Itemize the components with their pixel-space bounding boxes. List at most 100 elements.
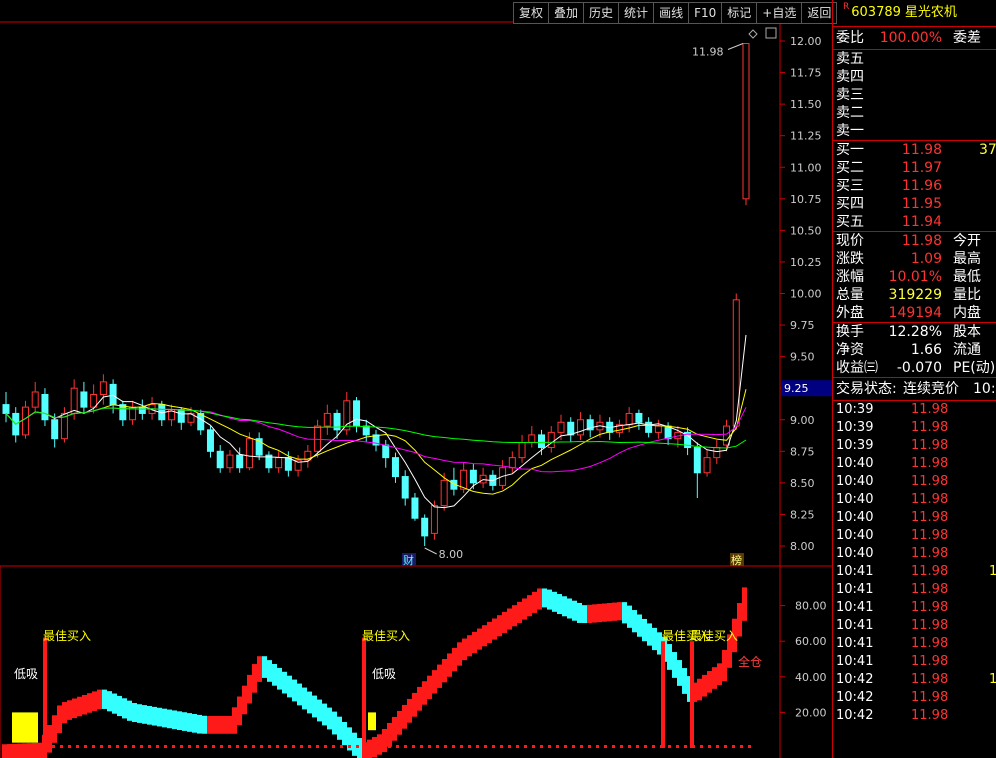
osc-bar (112, 693, 117, 714)
toolbar-button-7[interactable]: +自选 (756, 2, 803, 24)
baseline-dot (492, 745, 495, 748)
osc-bar (547, 589, 552, 610)
baseline-dot (668, 745, 671, 748)
candle-body (226, 454, 234, 469)
baseline-dot (556, 745, 559, 748)
candle-body (31, 391, 39, 408)
osc-bar (392, 716, 397, 741)
toolbar-button-5[interactable]: F10 (688, 2, 723, 24)
baseline-dot (84, 745, 87, 748)
osc-bar (152, 706, 157, 726)
osc-bar (307, 691, 312, 714)
candle-body (275, 457, 283, 469)
osc-bar (472, 631, 477, 653)
price-tick-label: 8.50 (790, 477, 815, 490)
kline-chart[interactable]: 12.00 11.75 11.50 11.25 11.00 10.75 10.50 10.25… (0, 0, 832, 758)
sell-level: 卖一 (836, 123, 864, 139)
signal-bar (690, 641, 694, 748)
baseline-dot (676, 745, 679, 748)
osc-bar (542, 588, 547, 608)
buy-level: 买三 11.96 (836, 178, 942, 194)
osc-bar (482, 625, 487, 647)
toolbar-button-1[interactable]: 叠加 (548, 2, 585, 24)
osc-bar (87, 693, 92, 713)
tick-row: 10:41 11.98 (836, 618, 949, 633)
baseline-dot (724, 745, 727, 748)
stock-name: 星光农机 (904, 5, 957, 20)
candle-body (80, 391, 88, 408)
osc-bar (162, 708, 167, 728)
osc-bar (77, 696, 82, 717)
candle-body (323, 412, 331, 427)
candle-body (41, 394, 49, 421)
baseline-dot (532, 745, 535, 748)
osc-bar (427, 675, 432, 700)
candle-body (645, 421, 653, 433)
osc-bar (617, 602, 622, 621)
tick-list[interactable]: 10:39 11.98 10:39 11.98 10:39 11.98 10:40 11.98… (833, 401, 996, 725)
baseline-dot (332, 745, 335, 748)
candle-body (479, 474, 487, 484)
baseline-dot (204, 745, 207, 748)
baseline-dot (372, 745, 375, 748)
sell-level: 卖五 (836, 51, 864, 67)
tick-row: 10:41 11.98 (836, 582, 949, 597)
osc-bar (212, 715, 217, 734)
candle-body (713, 447, 721, 459)
osc-bar (437, 664, 442, 688)
candle-body (508, 457, 516, 469)
baseline-dot (404, 745, 407, 748)
baseline-dot (172, 745, 175, 748)
osc-bar (182, 712, 187, 731)
high-pointer (727, 43, 744, 50)
osc-bar (367, 739, 372, 758)
osc-bar (232, 707, 237, 734)
baseline-dot (180, 745, 183, 748)
baseline-dot (188, 745, 191, 748)
baseline-dot (500, 745, 503, 748)
tick-row: 10:41 11.98 (836, 636, 949, 651)
candle-body (742, 43, 750, 200)
baseline-dot (244, 745, 247, 748)
quote-row: 外盘 149194 内盘 (836, 305, 981, 321)
toolbar-button-6[interactable]: 标记 (721, 2, 758, 24)
toolbar-button-0[interactable]: 复权 (513, 2, 550, 24)
osc-bar (242, 685, 247, 715)
toolbar-button-3[interactable]: 统计 (618, 2, 655, 24)
candle-body (440, 479, 448, 507)
ind-tick-label: 60.00 (795, 635, 827, 648)
osc-bar (717, 663, 722, 685)
indicator-label: 最佳买入 (362, 629, 410, 643)
osc-bar (512, 605, 517, 627)
osc-bar (172, 710, 177, 730)
candle-body (362, 425, 370, 436)
candle-body (216, 450, 224, 469)
osc-bar (187, 713, 192, 732)
osc-bar (132, 703, 137, 723)
toolbar-button-4[interactable]: 画线 (653, 2, 690, 24)
baseline-dot (364, 745, 367, 748)
low-label: 8.00 (439, 548, 464, 561)
candle-body (518, 441, 526, 459)
osc-bar (442, 659, 447, 683)
candle-body (21, 406, 29, 436)
osc-bar (587, 604, 592, 624)
signal-bar (43, 637, 47, 748)
osc-bar (357, 738, 362, 758)
osc-bar (107, 691, 112, 712)
indicator-label: 全仓 (738, 654, 762, 669)
weibi-row: 委比 100.00% 委差 (833, 27, 996, 50)
price-tick-label: 10.75 (790, 193, 822, 206)
baseline-dot (604, 745, 607, 748)
candle-body (732, 299, 740, 427)
candle-body (119, 404, 127, 421)
ind-tick-label: 80.00 (795, 600, 827, 613)
osc-bar (227, 715, 232, 734)
buy-level: 买五 11.94 (836, 214, 942, 230)
baseline-dot (388, 745, 391, 748)
indicator-label: 最佳买入 (43, 629, 91, 643)
osc-bar (432, 670, 437, 694)
toolbar-button-2[interactable]: 历史 (583, 2, 620, 24)
osc-bar (652, 627, 657, 651)
quote-row: 涨幅 10.01% 最低 (836, 269, 981, 285)
